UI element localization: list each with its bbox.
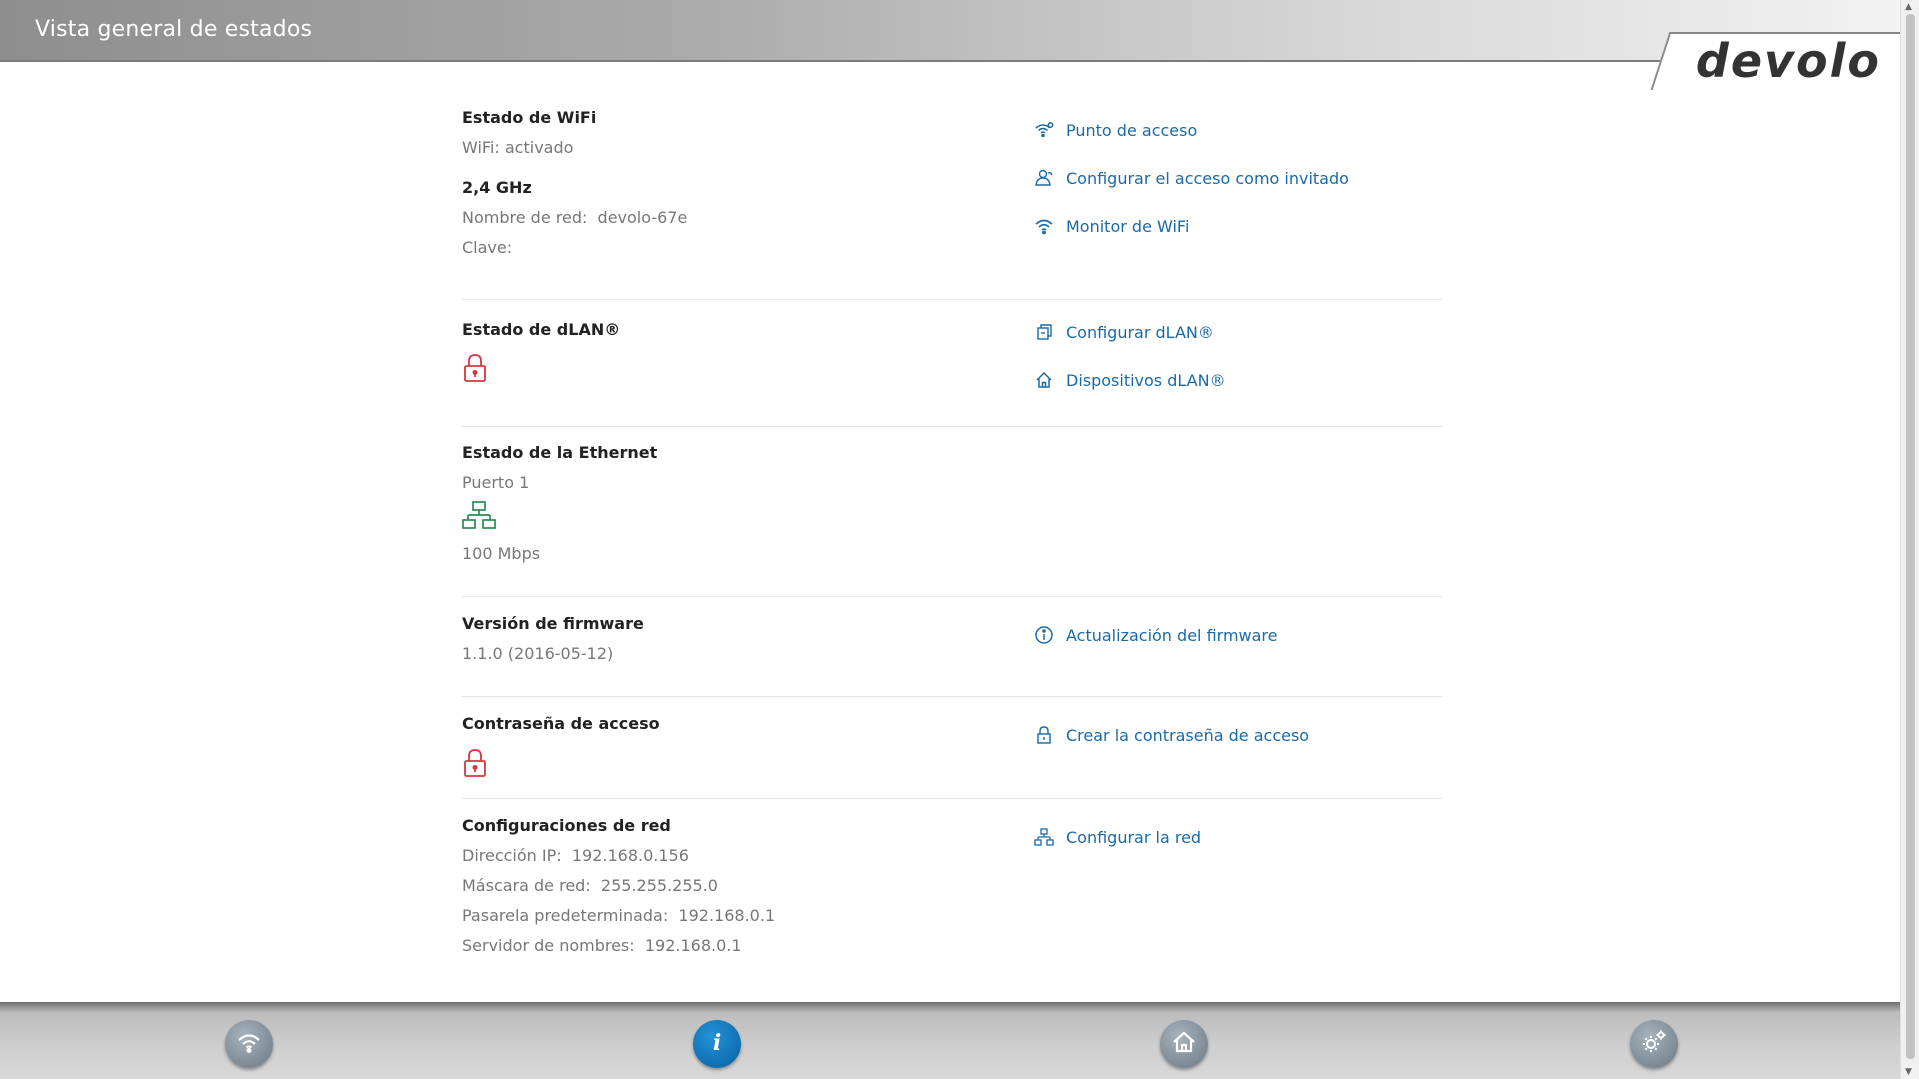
dlan-status-section: Estado de dLAN® Configurar dLAN® Disposi… [462, 300, 1442, 427]
ethernet-speed: 100 Mbps [462, 544, 541, 563]
dlan-lock-icon [462, 353, 1442, 387]
netmask-value: 255.255.255.0 [600, 876, 718, 895]
wifi-monitor-link[interactable]: Monitor de WiFi [1034, 202, 1349, 250]
home-icon [1034, 370, 1054, 390]
ip-address-row: Dirección IP: 192.168.0.156 [462, 846, 689, 865]
lock-icon [1034, 725, 1054, 745]
dns-value: 192.168.0.1 [644, 936, 742, 955]
scroll-thumb[interactable] [1906, 14, 1915, 1059]
firmware-version: 1.1.0 (2016-05-12) [462, 644, 614, 663]
wifi-status-section: Estado de WiFi WiFi: activado 2,4 GHz No… [462, 98, 1442, 300]
network-icon [1034, 827, 1054, 847]
devolo-logo: devolo [1695, 34, 1881, 88]
firmware-section: Versión de firmware 1.1.0 (2016-05-12) A… [462, 597, 1442, 697]
create-password-link[interactable]: Crear la contraseña de acceso [1034, 711, 1309, 759]
info-icon: i [703, 1028, 731, 1060]
wifi-icon [235, 1028, 263, 1060]
firmware-update-link[interactable]: Actualización del firmware [1034, 611, 1277, 659]
ethernet-network-icon [462, 500, 1442, 534]
wifi-links: Punto de acceso Configurar el acceso com… [1034, 106, 1349, 250]
access-password-section: Contraseña de acceso Crear la contraseña… [462, 697, 1442, 799]
netmask-row: Máscara de red: 255.255.255.0 [462, 876, 718, 895]
access-point-link[interactable]: Punto de acceso [1034, 106, 1349, 154]
dlan-status-title: Estado de dLAN® [462, 320, 621, 339]
nav-info-button[interactable]: i [693, 1020, 741, 1068]
wifi-icon [1034, 216, 1054, 236]
dlan-config-icon [1034, 322, 1054, 342]
configure-network-link[interactable]: Configurar la red [1034, 813, 1201, 861]
header-bar: Vista general de estados [0, 0, 1900, 62]
network-settings-section: Configuraciones de red Dirección IP: 192… [462, 799, 1442, 979]
password-links: Crear la contraseña de acceso [1034, 711, 1309, 759]
home-icon [1170, 1028, 1198, 1060]
scroll-up-arrow-icon[interactable]: ▲ [1905, 2, 1912, 12]
firmware-links: Actualización del firmware [1034, 611, 1277, 659]
vertical-scrollbar[interactable]: ▲ ▼ [1900, 0, 1919, 1079]
guest-user-icon [1034, 168, 1054, 188]
svg-text:i: i [713, 1030, 721, 1056]
status-overview: Estado de WiFi WiFi: activado 2,4 GHz No… [462, 98, 1442, 979]
scroll-down-arrow-icon[interactable]: ▼ [1905, 1067, 1912, 1077]
ethernet-status-title: Estado de la Ethernet [462, 443, 658, 462]
gear-icon [1640, 1028, 1668, 1060]
bottom-navigation: i [0, 1002, 1900, 1079]
ip-address-value: 192.168.0.156 [571, 846, 689, 865]
wifi-ssid-label: Nombre de red: [462, 208, 588, 227]
wifi-settings-icon [1034, 120, 1054, 140]
nav-wifi-button[interactable] [225, 1020, 273, 1068]
dlan-links: Configurar dLAN® Dispositivos dLAN® [1034, 308, 1226, 404]
guest-access-link[interactable]: Configurar el acceso como invitado [1034, 154, 1349, 202]
configure-dlan-link[interactable]: Configurar dLAN® [1034, 308, 1226, 356]
nav-settings-button[interactable] [1630, 1020, 1678, 1068]
network-settings-title: Configuraciones de red [462, 816, 671, 835]
nav-home-button[interactable] [1160, 1020, 1208, 1068]
ethernet-port-label: Puerto 1 [462, 473, 530, 492]
ethernet-status-section: Estado de la Ethernet Puerto 1 100 Mbps [462, 427, 1442, 597]
firmware-title: Versión de firmware [462, 614, 644, 633]
wifi-ssid-value: devolo-67e [597, 208, 688, 227]
network-links: Configurar la red [1034, 813, 1201, 861]
dns-row: Servidor de nombres: 192.168.0.1 [462, 936, 742, 955]
info-circle-icon [1034, 625, 1054, 645]
gateway-value: 192.168.0.1 [678, 906, 776, 925]
gateway-row: Pasarela predeterminada: 192.168.0.1 [462, 906, 776, 925]
dlan-devices-link[interactable]: Dispositivos dLAN® [1034, 356, 1226, 404]
page-title: Vista general de estados [35, 17, 313, 42]
